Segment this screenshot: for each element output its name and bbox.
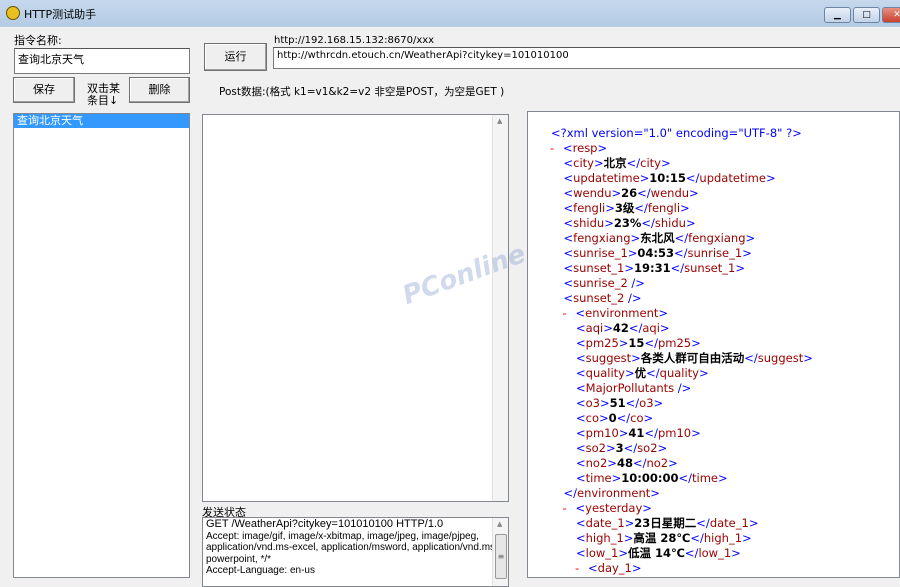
delete-button[interactable]: 删除 [129, 77, 190, 103]
run-button[interactable]: 运行 [204, 43, 267, 71]
xml-line: <pm10>41</pm10> [576, 426, 701, 440]
status-line: GET /WeatherApi?citykey=101010100 HTTP/1… [206, 518, 444, 530]
xml-line: <pm25>15</pm25> [576, 336, 701, 350]
app-icon [6, 6, 20, 20]
collapse-icon: - [562, 501, 567, 515]
xml-line: <suggest>各类人群可自由活动</suggest> [576, 351, 813, 365]
xml-line: <city>北京</city> [563, 156, 671, 170]
scroll-up-icon[interactable]: ▲ [497, 117, 502, 125]
xml-line: <MajorPollutants /> [576, 381, 692, 395]
response-xml-view[interactable]: <?xml version="1.0" encoding="UTF-8" ?> -… [527, 111, 900, 578]
collapse-icon: - [562, 306, 567, 320]
status-line: application/vnd.ms-excel, application/ms… [206, 542, 499, 553]
send-status-text: GET /WeatherApi?citykey=101010100 HTTP/1… [203, 518, 508, 578]
xml-line: <fengxiang>东北风</fengxiang> [563, 231, 756, 245]
xml-line: <wendu>26</wendu> [563, 186, 699, 200]
xml-line: <low_1>低温 14℃</low_1> [576, 546, 741, 560]
title-bar: HTTP测试助手 ▁ □ ✕ [0, 0, 900, 27]
send-status-box[interactable]: GET /WeatherApi?citykey=101010100 HTTP/1… [202, 517, 509, 587]
close-button[interactable]: ✕ [882, 7, 900, 23]
xml-line[interactable]: - <day_1> [575, 561, 642, 576]
command-list[interactable]: 查询北京天气 [13, 113, 190, 578]
minimize-button[interactable]: ▁ [824, 7, 851, 23]
xml-line: <fengli>3级</fengli> [563, 201, 690, 215]
xml-line[interactable]: - <environment> [563, 306, 669, 321]
xml-line: </environment> [563, 486, 660, 500]
xml-line: <date_1>23日星期二</date_1> [576, 516, 759, 530]
scrollbar[interactable]: ▲ [492, 115, 508, 501]
xml-line: <sunrise_2 /> [563, 276, 645, 290]
command-name-input[interactable]: 查询北京天气 [14, 48, 190, 74]
scroll-thumb[interactable]: ≡ [495, 534, 507, 579]
status-scrollbar[interactable]: ▲ ≡ [492, 518, 508, 586]
collapse-icon: - [550, 141, 555, 155]
status-line: powerpoint, */* [206, 553, 272, 565]
xml-line: <sunrise_1>04:53</sunrise_1> [563, 246, 752, 260]
save-button[interactable]: 保存 [13, 77, 75, 103]
xml-line: <co>0</co> [576, 411, 654, 425]
xml-line[interactable]: - <resp> [550, 141, 607, 156]
xml-line: <updatetime>10:15</updatetime> [563, 171, 776, 185]
list-item[interactable]: 查询北京天气 [14, 114, 189, 128]
status-line: Accept: image/gif, image/x-xbitmap, imag… [206, 530, 479, 542]
post-data-label: Post数据:(格式 k1=v1&k2=v2 非空是POST，为空是GET ) [219, 86, 505, 98]
xml-line: <?xml version="1.0" encoding="UTF-8" ?> [551, 126, 802, 140]
xml-line: <high_1>高温 28℃</high_1> [576, 531, 752, 545]
double-click-hint: 双击某条目↓ [87, 82, 120, 107]
url-hint: http://192.168.15.132:8670/xxx [274, 35, 435, 46]
xml-line: <aqi>42</aqi> [576, 321, 670, 335]
xml-line: <sunset_2 /> [563, 291, 642, 305]
xml-line: <so2>3</so2> [576, 441, 668, 455]
xml-line: <time>10:00:00</time> [576, 471, 728, 485]
status-line: Accept-Language: en-us [206, 565, 315, 576]
xml-line: <shidu>23%</shidu> [563, 216, 696, 230]
xml-line: <quality>优</quality> [576, 366, 709, 380]
url-input[interactable]: http://wthrcdn.etouch.cn/WeatherApi?city… [273, 47, 900, 69]
command-name-label: 指令名称: [14, 34, 62, 47]
xml-line: <sunset_1>19:31</sunset_1> [563, 261, 745, 275]
scroll-up-icon[interactable]: ▲ [497, 520, 502, 528]
collapse-icon: - [575, 561, 580, 575]
window-title: HTTP测试助手 [24, 8, 97, 21]
xml-line[interactable]: - <yesterday> [563, 501, 652, 516]
post-data-input[interactable]: ▲ [202, 114, 509, 502]
maximize-button[interactable]: □ [853, 7, 880, 23]
xml-line: <no2>48</no2> [576, 456, 678, 470]
xml-line: <o3>51</o3> [576, 396, 664, 410]
